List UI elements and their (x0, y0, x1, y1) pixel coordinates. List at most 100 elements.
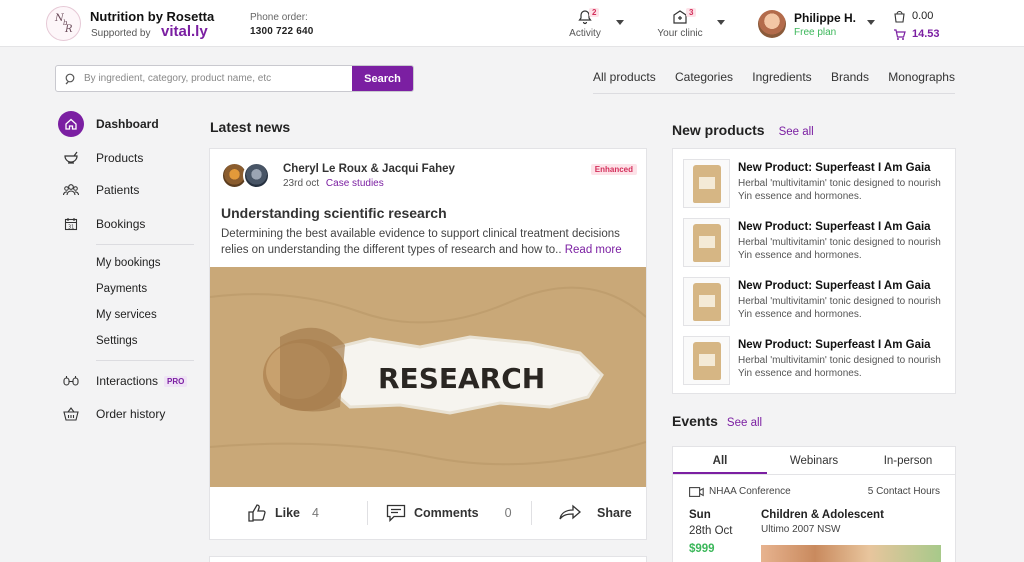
phone-number[interactable]: 1300 722 640 (250, 26, 314, 37)
nav-monographs[interactable]: Monographs (888, 70, 955, 93)
brand-name: Nutrition by Rosetta (90, 9, 215, 24)
enhanced-badge: Enhanced (590, 164, 637, 175)
read-more-link[interactable]: Read more (565, 244, 622, 256)
product-title: New Product: Superfeast I Am Gaia (738, 162, 931, 174)
tab-webinars[interactable]: Webinars (767, 447, 861, 474)
activity-label: Activity (569, 28, 601, 39)
action-divider (367, 501, 368, 525)
sidebar-divider (96, 360, 194, 361)
thumbs-up-icon (248, 504, 266, 522)
clinic-caret-icon[interactable] (717, 20, 725, 25)
cart-icon (894, 28, 906, 40)
latest-news-title: Latest news (210, 119, 291, 135)
event-type: NHAA Conference (689, 486, 791, 497)
search-button[interactable]: Search (352, 66, 413, 91)
sidebar-sub-payments[interactable]: Payments (96, 283, 147, 295)
event-contact-hours: 5 Contact Hours (867, 486, 940, 497)
news-actions: Like 4 Comments 0 Share (210, 487, 646, 539)
product-description: Herbal 'multivitamin' tonic designed to … (738, 237, 941, 261)
comments-button[interactable]: Comments 0 (386, 504, 531, 522)
new-products-header: New products See all (672, 122, 814, 138)
sidebar-item-interactions[interactable]: Interactions PRO (58, 368, 188, 394)
cart-summary[interactable]: 0.00 14.53 (893, 7, 940, 43)
user-avatar[interactable] (758, 10, 786, 38)
home-icon (58, 111, 84, 137)
brand-logo[interactable]: N b R (46, 6, 81, 41)
product-title: New Product: Superfeast I Am Gaia (738, 339, 931, 351)
product-title: New Product: Superfeast I Am Gaia (738, 280, 931, 292)
basket-icon (58, 407, 84, 421)
sidebar-label: Interactions (96, 374, 159, 388)
product-image (683, 218, 730, 267)
event-image[interactable] (761, 545, 941, 562)
news-authors[interactable]: Cheryl Le Roux & Jacqui Fahey (283, 163, 455, 175)
activity-count-badge: 2 (589, 8, 600, 17)
sidebar-label: Order history (96, 407, 166, 421)
product-description: Herbal 'multivitamin' tonic designed to … (738, 296, 941, 320)
products-see-all-link[interactable]: See all (779, 126, 814, 138)
product-item[interactable]: New Product: Superfeast I Am Gaia Herbal… (683, 277, 948, 327)
product-item[interactable]: New Product: Superfeast I Am Gaia Herbal… (683, 218, 948, 268)
user-plan: Free plan (794, 27, 837, 38)
comments-label: Comments (414, 506, 479, 520)
torn-paper-illustration: RESEARCH (210, 267, 646, 487)
video-icon (689, 486, 704, 497)
product-description: Herbal 'multivitamin' tonic designed to … (738, 355, 941, 379)
svg-text:31: 31 (68, 225, 74, 231)
sidebar-label: Products (96, 151, 144, 165)
author-avatar[interactable] (243, 162, 270, 189)
like-count: 4 (312, 506, 319, 520)
activity-caret-icon[interactable] (616, 20, 624, 25)
events-title: Events (672, 413, 718, 429)
phone-order-label: Phone order: (250, 12, 308, 23)
sidebar-label: Dashboard (96, 117, 159, 131)
saved-amount: 0.00 (912, 10, 934, 22)
nav-all-products[interactable]: All products (593, 70, 656, 93)
comment-icon (386, 504, 406, 522)
saved-line: 0.00 (893, 7, 940, 25)
sidebar-item-order-history[interactable]: Order history (58, 401, 165, 427)
sidebar-sub-my-bookings[interactable]: My bookings (96, 257, 161, 269)
sidebar-item-dashboard[interactable]: Dashboard (58, 111, 159, 137)
event-day: Sun (689, 509, 711, 521)
user-name[interactable]: Philippe H. (794, 11, 856, 25)
partner-logo[interactable]: vital.ly (161, 23, 208, 40)
product-image (683, 277, 730, 326)
nav-ingredients[interactable]: Ingredients (752, 70, 811, 93)
mortar-icon (58, 151, 84, 165)
news-headline[interactable]: Understanding scientific research (221, 205, 447, 221)
user-caret-icon[interactable] (867, 20, 875, 25)
product-search: Search (55, 65, 414, 92)
clinic-menu[interactable]: 3 Your clinic (655, 8, 705, 39)
research-word: RESEARCH (378, 362, 545, 395)
tab-in-person[interactable]: In-person (861, 447, 955, 474)
news-card (209, 556, 647, 562)
news-category-link[interactable]: Case studies (326, 178, 384, 189)
event-date: 28th Oct (689, 525, 733, 537)
activity-menu[interactable]: 2 Activity (566, 8, 604, 39)
sidebar-divider (96, 244, 194, 245)
like-button[interactable]: Like 4 (247, 503, 367, 523)
sidebar-sub-settings[interactable]: Settings (96, 335, 138, 347)
sidebar-item-products[interactable]: Products (58, 145, 143, 171)
share-label: Share (597, 506, 632, 520)
sidebar-sub-my-services[interactable]: My services (96, 309, 157, 321)
events-card: All Webinars In-person NHAA Conference 5… (672, 446, 956, 562)
sidebar-item-patients[interactable]: Patients (58, 177, 139, 203)
product-item[interactable]: New Product: Superfeast I Am Gaia Herbal… (683, 159, 948, 209)
nav-categories[interactable]: Categories (675, 70, 733, 93)
nav-brands[interactable]: Brands (831, 70, 869, 93)
event-title[interactable]: Children & Adolescent (761, 509, 884, 521)
events-see-all-link[interactable]: See all (727, 417, 762, 429)
search-input[interactable] (84, 66, 352, 91)
sidebar-item-bookings[interactable]: 31 Bookings (58, 211, 145, 237)
product-item[interactable]: New Product: Superfeast I Am Gaia Herbal… (683, 336, 948, 386)
event-type-label: NHAA Conference (709, 486, 791, 497)
share-icon (559, 504, 581, 520)
product-description: Herbal 'multivitamin' tonic designed to … (738, 178, 941, 202)
news-image[interactable]: RESEARCH (210, 267, 646, 487)
comments-count: 0 (504, 506, 512, 520)
share-button[interactable]: Share (559, 504, 632, 522)
product-image (683, 336, 730, 385)
tab-all[interactable]: All (673, 447, 767, 474)
